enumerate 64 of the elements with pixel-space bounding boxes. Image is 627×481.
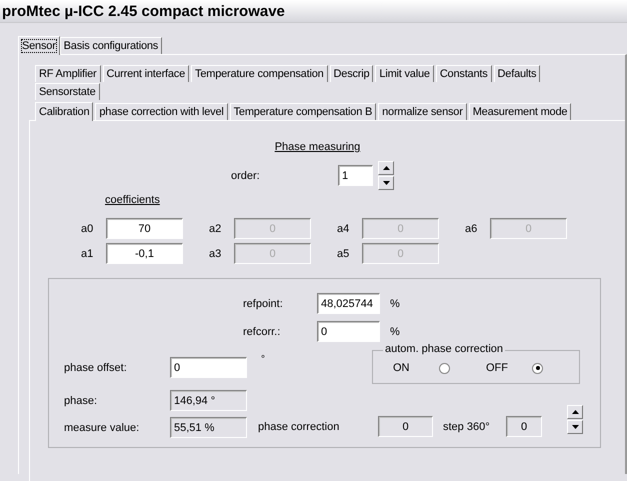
spin-up-button[interactable] [378, 161, 394, 175]
order-label: order: [231, 170, 261, 182]
measure-value-readout: 55,51 % [170, 417, 247, 438]
tab[interactable]: phase correction with level [95, 103, 228, 120]
radio-button[interactable] [439, 362, 450, 374]
spin-down-button[interactable] [378, 176, 394, 190]
coefficient-label: a6 [465, 222, 478, 234]
refpoint-label: refpoint: [243, 298, 284, 310]
measure-value-label: measure value: [64, 422, 140, 434]
window-title: proMtec µ-ICC 2.45 compact microwave [0, 0, 627, 23]
phase-correction-label: phase correction [258, 420, 340, 432]
spin-down-button[interactable] [567, 420, 583, 434]
up-arrow-icon [382, 166, 390, 170]
tab[interactable]: Descrip [330, 65, 374, 82]
group-title: autom. phase correction [383, 343, 506, 355]
down-arrow-icon [382, 181, 390, 185]
order-field[interactable]: 1 [338, 165, 373, 186]
unit-label: ° [261, 354, 265, 365]
coefficient-label: a4 [337, 222, 350, 234]
tab[interactable]: Basis configurations [60, 37, 162, 54]
phase-correction-readout: 0 [378, 416, 433, 437]
phase-offset-label: phase offset: [64, 362, 128, 374]
tab[interactable]: Defaults [494, 65, 540, 82]
unit-label: % [390, 298, 400, 310]
step-readout: 0 [506, 416, 542, 437]
tab[interactable]: Constants [436, 65, 492, 82]
coefficient-field: 0 [490, 218, 567, 239]
refpoint-field[interactable]: 48,025744 [317, 293, 380, 314]
coefficient-field: 0 [234, 218, 311, 239]
tab[interactable]: Sensor [18, 36, 60, 55]
refcorr-field[interactable]: 0 [317, 321, 380, 342]
tab[interactable]: Current interface [102, 65, 190, 82]
up-arrow-icon [572, 410, 578, 414]
phase-offset-field[interactable]: 0 [170, 357, 247, 378]
down-arrow-icon [572, 425, 578, 429]
coefficient-field[interactable]: -0,1 [106, 243, 183, 264]
tab[interactable]: Temperature compensation B [230, 103, 376, 120]
phase-readout: 146,94 ° [170, 390, 247, 411]
step-label: step 360° [443, 420, 491, 432]
radio-label: OFF [486, 362, 509, 374]
coefficient-field: 0 [234, 243, 311, 264]
coefficient-field: 0 [362, 243, 439, 264]
coefficient-label: a0 [81, 222, 94, 234]
refcorr-label: refcorr.: [243, 326, 282, 338]
coefficient-field[interactable]: 70 [106, 218, 183, 239]
radio-label: ON [393, 362, 410, 374]
tab[interactable]: normalize sensor [378, 103, 467, 120]
coefficients-heading: coefficients [105, 194, 160, 206]
spin-up-button[interactable] [567, 405, 583, 419]
tab[interactable]: Calibration [35, 102, 94, 121]
unit-label: % [390, 326, 400, 338]
coefficient-label: a5 [337, 248, 350, 260]
coefficient-field: 0 [362, 218, 439, 239]
phase-label: phase: [64, 394, 98, 406]
coefficient-label: a2 [209, 222, 222, 234]
tab[interactable]: Sensorstate [35, 83, 100, 100]
radio-button[interactable] [532, 362, 543, 374]
section-heading: Phase measuring [274, 141, 360, 153]
tab[interactable]: RF Amplifier [35, 65, 100, 82]
coefficient-label: a1 [81, 248, 94, 260]
tab[interactable]: Temperature compensation [191, 65, 328, 82]
tab[interactable]: Measurement mode [468, 103, 572, 120]
tab[interactable]: Limit value [375, 65, 434, 82]
coefficient-label: a3 [209, 248, 222, 260]
